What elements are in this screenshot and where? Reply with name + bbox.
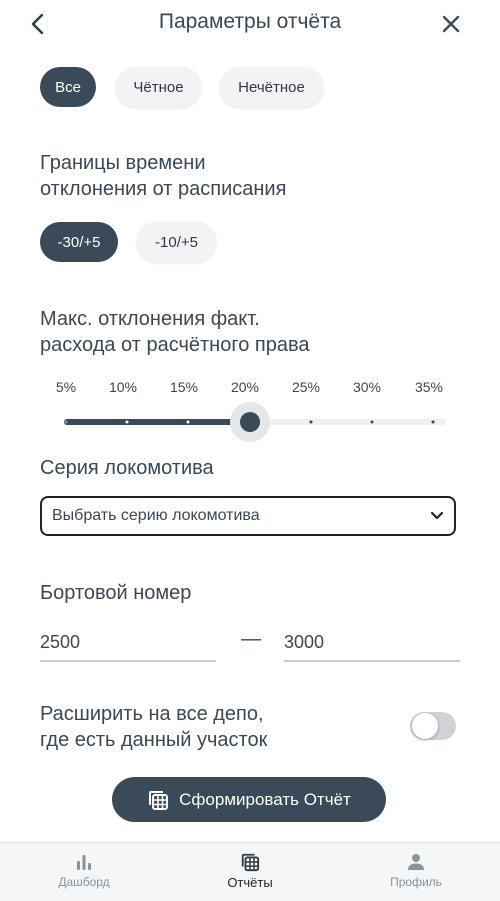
close-button[interactable] xyxy=(433,6,469,42)
nav-label-profile: Профиль xyxy=(390,875,442,889)
range-separator: — xyxy=(241,628,261,650)
generate-report-button[interactable]: Сформировать Отчёт xyxy=(112,777,386,822)
expand-depots-label: Расширить на все депо, где есть данный у… xyxy=(40,701,267,753)
slider-tick-label: 20% xyxy=(230,379,260,395)
nav-label-reports: Отчёты xyxy=(227,875,273,890)
slider-tick xyxy=(370,420,374,424)
expand-depots-label-line1: Расширить на все депо, xyxy=(40,703,264,725)
nav-item-profile[interactable]: Профиль xyxy=(356,852,476,889)
deviation-time-title: Границы времени отклонения от расписания xyxy=(40,150,286,202)
loco-series-placeholder: Выбрать серию локомотива xyxy=(52,507,260,524)
max-deviation-title: Макс. отклонения факт. расхода от расчёт… xyxy=(40,306,309,358)
board-number-from-input[interactable] xyxy=(40,624,216,662)
chevron-down-icon xyxy=(430,511,444,520)
slider-tick-label: 5% xyxy=(55,379,77,395)
slider-fill xyxy=(64,419,250,425)
slider-tick-label: 30% xyxy=(352,379,382,395)
page-title: Параметры отчёта xyxy=(158,10,342,33)
slider-tick-label: 35% xyxy=(414,379,444,395)
loco-series-select[interactable]: Выбрать серию локомотива xyxy=(40,496,456,536)
report-grid-icon xyxy=(149,790,169,810)
generate-report-label: Сформировать Отчёт xyxy=(179,789,351,809)
loco-series-title: Серия локомотива xyxy=(40,457,214,479)
slider-tick-label: 10% xyxy=(108,379,138,395)
toggle-knob xyxy=(412,713,438,739)
slider-tick xyxy=(64,420,68,424)
nav-item-reports[interactable]: Отчёты xyxy=(190,852,310,890)
deviation-time-title-line2: отклонения от расписания xyxy=(40,178,287,200)
slider-tick-label: 25% xyxy=(291,379,321,395)
slider-tick xyxy=(186,420,190,424)
chip-minus10-plus5[interactable]: -10/+5 xyxy=(137,222,216,262)
expand-depots-label-line2: где есть данный участок xyxy=(40,729,268,751)
chip-all[interactable]: Все xyxy=(40,67,96,107)
chip-odd[interactable]: Нечётное xyxy=(220,67,323,107)
nav-item-dashboard[interactable]: Дашборд xyxy=(24,852,144,889)
chip-even[interactable]: Чётное xyxy=(116,67,201,107)
slider-tick xyxy=(125,420,129,424)
nav-label-dashboard: Дашборд xyxy=(58,875,110,889)
slider-tick xyxy=(431,420,435,424)
slider-tick-label: 15% xyxy=(169,379,199,395)
chip-minus30-plus5[interactable]: -30/+5 xyxy=(40,222,118,262)
board-number-title: Бортовой номер xyxy=(40,582,192,604)
person-icon xyxy=(408,854,424,870)
slider-thumb[interactable] xyxy=(240,412,260,432)
report-grid-icon xyxy=(241,853,260,872)
board-number-to-input[interactable] xyxy=(284,624,460,662)
close-icon xyxy=(442,15,460,33)
max-deviation-title-line2: расхода от расчётного права xyxy=(40,334,310,356)
bar-chart-icon xyxy=(77,855,91,870)
deviation-slider[interactable] xyxy=(56,402,456,442)
max-deviation-title-line1: Макс. отклонения факт. xyxy=(40,308,260,330)
slider-tick xyxy=(309,420,313,424)
deviation-time-title-line1: Границы времени xyxy=(40,152,206,174)
